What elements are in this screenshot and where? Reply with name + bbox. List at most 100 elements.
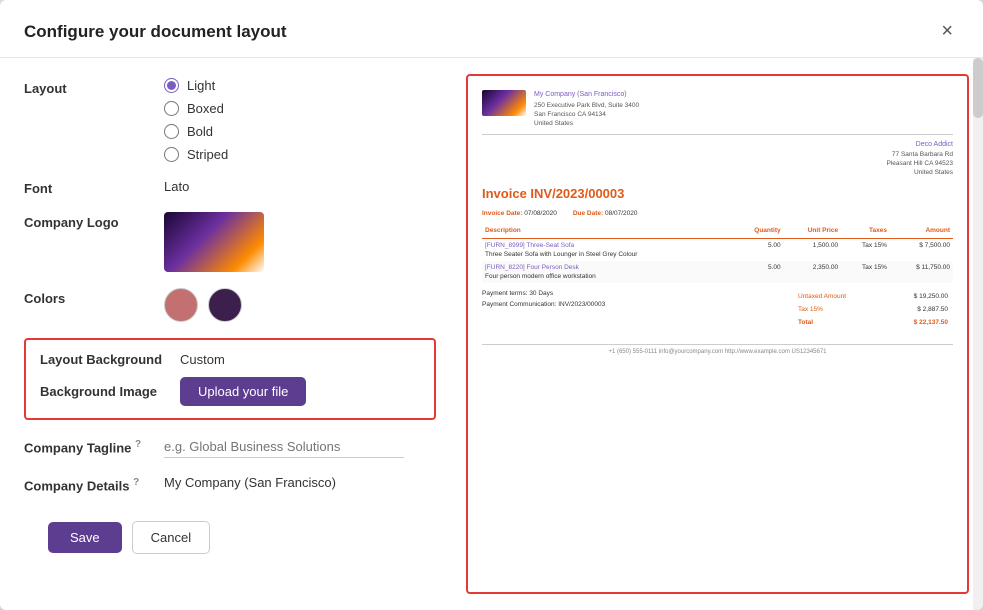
summary-total: Total $ 22,137.50: [795, 317, 951, 328]
inv-invoice-date: Invoice Date: 07/08/2020: [482, 209, 557, 218]
inv-title: Invoice INV/2023/00003: [482, 185, 953, 203]
row1-unit: 1,500.00: [784, 238, 841, 261]
company-logo-image[interactable]: [164, 212, 264, 272]
layout-radio-bold[interactable]: [164, 124, 179, 139]
total-label: Total: [795, 317, 883, 328]
left-inner: Layout Light Boxed Bold: [24, 78, 436, 509]
layout-label: Layout: [24, 78, 164, 96]
inv-to-addr2: Pleasant Hill CA 94523: [887, 159, 954, 168]
modal-footer: Save Cancel: [24, 509, 436, 572]
layout-label-striped: Striped: [187, 147, 228, 162]
row2-desc: [FURN_8220] Four Person Desk Four person…: [482, 261, 732, 283]
inv-header: My Company (San Francisco) 250 Executive…: [482, 90, 953, 128]
inv-due-date-label: Due Date:: [573, 210, 603, 217]
font-row: Font Lato: [24, 178, 436, 196]
layout-row: Layout Light Boxed Bold: [24, 78, 436, 162]
inv-table: Description Quantity Unit Price Taxes Am…: [482, 224, 953, 282]
right-panel: My Company (San Francisco) 250 Executive…: [460, 58, 983, 610]
inv-top-divider: [482, 134, 953, 135]
colors-swatches: [164, 288, 436, 322]
inv-due-date: Due Date: 08/07/2020: [573, 209, 638, 218]
colors-label: Colors: [24, 288, 164, 306]
font-label: Font: [24, 178, 164, 196]
save-button[interactable]: Save: [48, 522, 122, 553]
scrollbar-thumb[interactable]: [973, 58, 983, 118]
row1-qty: 5.00: [732, 238, 783, 261]
inv-addr1: 250 Executive Park Blvd, Suite 3400: [534, 101, 953, 110]
font-value: Lato: [164, 176, 189, 194]
layout-option-light[interactable]: Light: [164, 78, 436, 93]
layout-option-striped[interactable]: Striped: [164, 147, 436, 162]
row1-amount: $ 7,500.00: [890, 238, 953, 261]
layout-label-bold: Bold: [187, 124, 213, 139]
background-image-label: Background Image: [40, 384, 180, 399]
row2-qty: 5.00: [732, 261, 783, 283]
preview-border: My Company (San Francisco) 250 Executive…: [466, 74, 969, 594]
inv-company-name: My Company (San Francisco): [534, 90, 953, 100]
row2-amount: $ 11,750.00: [890, 261, 953, 283]
layout-option-bold[interactable]: Bold: [164, 124, 436, 139]
layout-radio-boxed[interactable]: [164, 101, 179, 116]
background-image-row: Background Image Upload your file: [40, 377, 420, 406]
row2-name: [FURN_8220] Four Person Desk: [485, 263, 729, 272]
inv-to-block: Deco Addict 77 Santa Barbara Rd Pleasant…: [482, 140, 953, 177]
layout-background-row: Layout Background Custom: [40, 352, 420, 367]
untaxed-value: $ 19,250.00: [885, 291, 951, 302]
details-help-icon: ?: [133, 477, 139, 488]
layout-radio-light[interactable]: [164, 78, 179, 93]
company-tagline-text: Company Tagline: [24, 440, 131, 455]
close-button[interactable]: ×: [935, 18, 959, 45]
th-description: Description: [482, 224, 732, 238]
th-quantity: Quantity: [732, 224, 783, 238]
company-details-text: Company Details: [24, 478, 129, 493]
layout-radio-group: Light Boxed Bold Striped: [164, 78, 436, 162]
total-value: $ 22,137.50: [885, 317, 951, 328]
row1-desc2: Three Seater Sofa with Lounger in Steel …: [485, 250, 729, 259]
layout-radio-striped[interactable]: [164, 147, 179, 162]
inv-due-date-val: 08/07/2020: [605, 210, 638, 217]
inv-to: Deco Addict 77 Santa Barbara Rd Pleasant…: [887, 140, 954, 177]
tax-label: Tax 15%: [795, 304, 883, 315]
company-tagline-row: Company Tagline ?: [24, 436, 436, 458]
row2-desc2: Four person modern office workstation: [485, 272, 729, 281]
summary-tax: Tax 15% $ 2,887.50: [795, 304, 951, 315]
row1-desc: [FURN_8999] Three-Seat Sofa Three Seater…: [482, 238, 732, 261]
scrollbar-track[interactable]: [973, 58, 983, 610]
modal-overlay: Configure your document layout × Layout …: [0, 0, 983, 610]
company-tagline-label: Company Tagline ?: [24, 436, 164, 455]
th-taxes: Taxes: [841, 224, 890, 238]
color-swatch-1[interactable]: [164, 288, 198, 322]
th-amount: Amount: [890, 224, 953, 238]
cancel-button[interactable]: Cancel: [132, 521, 210, 554]
company-tagline-content: [164, 436, 436, 458]
company-details-value: My Company (San Francisco): [164, 472, 336, 490]
row2-tax: Tax 15%: [841, 261, 890, 283]
color-swatch-2[interactable]: [208, 288, 242, 322]
untaxed-label: Untaxed Amount: [795, 291, 883, 302]
company-details-content: My Company (San Francisco): [164, 474, 436, 490]
inv-dates: Invoice Date: 07/08/2020 Due Date: 08/07…: [482, 209, 953, 218]
company-details-row: Company Details ? My Company (San Franci…: [24, 474, 436, 493]
payment-terms: Payment terms: 30 Days: [482, 289, 605, 298]
inv-addr2: San Francisco CA 94134: [534, 110, 953, 119]
layout-option-boxed[interactable]: Boxed: [164, 101, 436, 116]
tax-value: $ 2,887.50: [885, 304, 951, 315]
left-panel: Layout Light Boxed Bold: [0, 58, 460, 610]
colors-row: Colors: [24, 288, 436, 322]
table-row-1: [FURN_8999] Three-Seat Sofa Three Seater…: [482, 238, 953, 261]
layout-background-label: Layout Background: [40, 352, 180, 367]
row2-unit: 2,350.00: [784, 261, 841, 283]
layout-label-light: Light: [187, 78, 215, 93]
summary-untaxed: Untaxed Amount $ 19,250.00: [795, 291, 951, 302]
upload-file-button[interactable]: Upload your file: [180, 377, 306, 406]
highlighted-section: Layout Background Custom Background Imag…: [24, 338, 436, 420]
company-logo-row: Company Logo: [24, 212, 436, 272]
inv-logo: [482, 90, 526, 116]
inv-invoice-date-label: Invoice Date:: [482, 210, 522, 217]
inv-to-addr3: United States: [887, 168, 954, 177]
table-row-2: [FURN_8220] Four Person Desk Four person…: [482, 261, 953, 283]
modal-body: Layout Light Boxed Bold: [0, 58, 983, 610]
company-tagline-input[interactable]: [164, 436, 404, 458]
layout-label-boxed: Boxed: [187, 101, 224, 116]
row1-tax: Tax 15%: [841, 238, 890, 261]
